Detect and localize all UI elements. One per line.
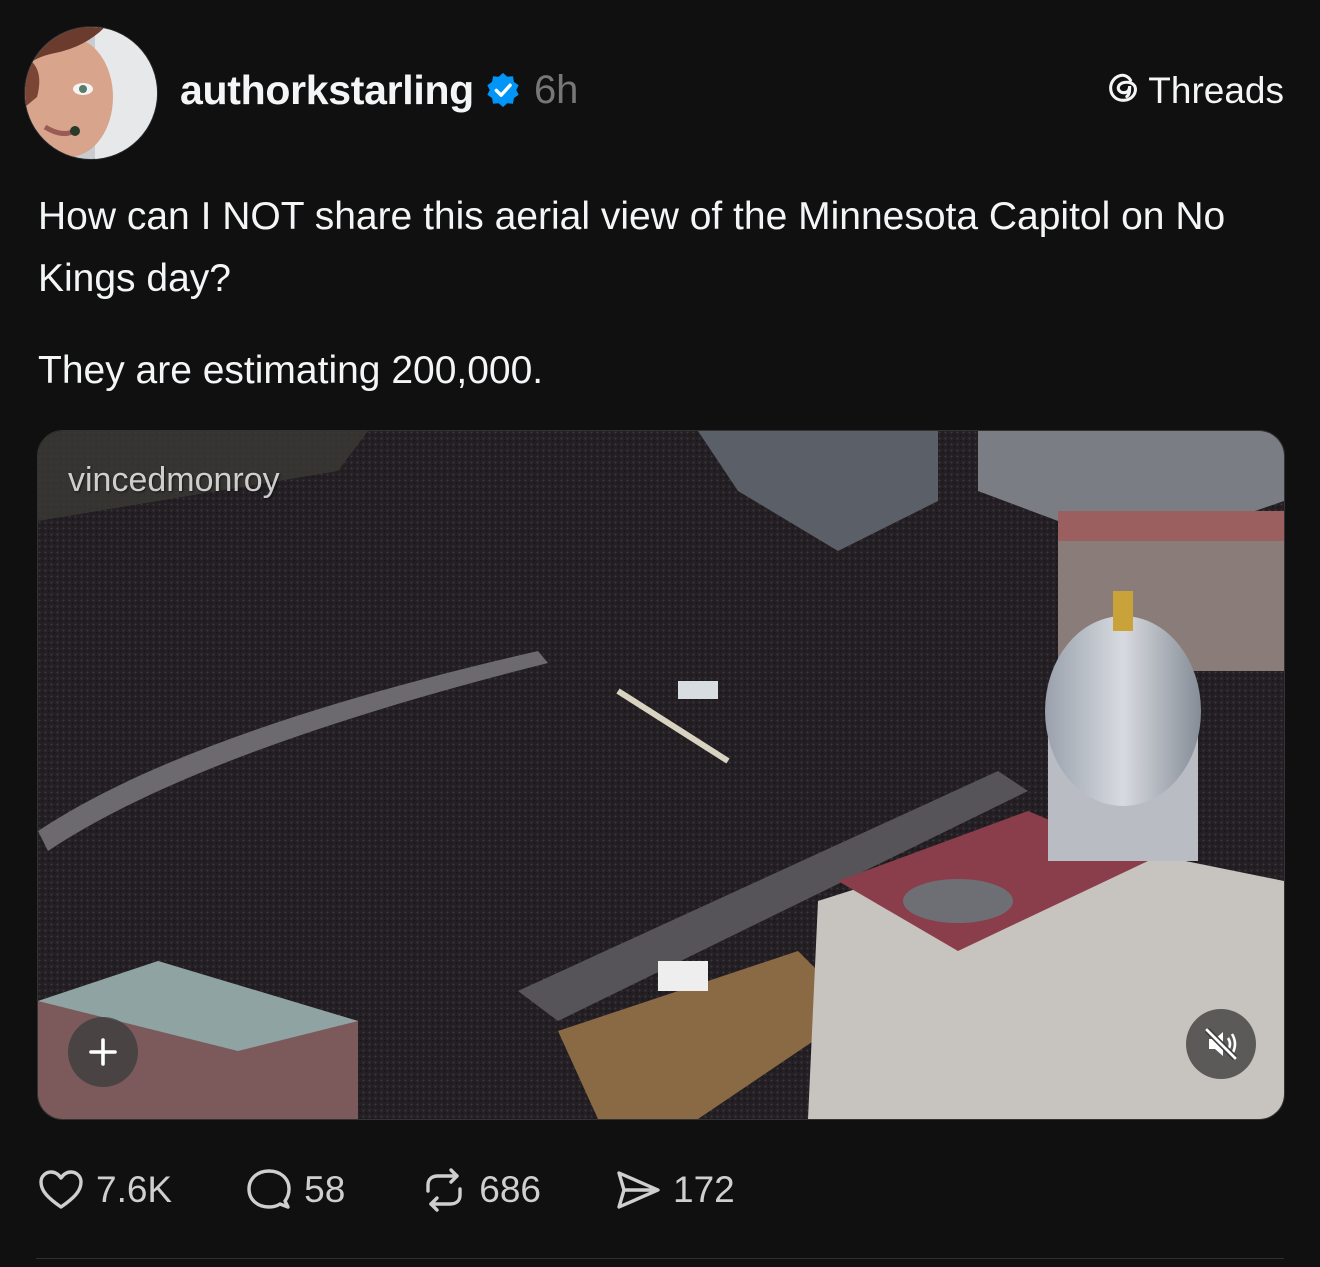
avatar-image [25,27,157,159]
share-count: 172 [673,1169,735,1210]
threads-label: Threads [1148,70,1284,111]
threads-link[interactable]: Threads [1104,68,1284,114]
video-watermark: vincedmonroy [68,461,280,499]
mute-toggle-button[interactable] [1186,1009,1256,1079]
post-header: authorkstarling 6h [180,64,578,116]
repost-count: 686 [479,1169,542,1210]
repost-icon [426,1168,462,1212]
avatar[interactable] [24,26,158,160]
like-count: 7.6K [96,1169,173,1210]
aerial-crowd-image [38,431,1284,1119]
threads-logo-icon [1104,68,1142,115]
action-bar: 7.6K 58 686 172 [36,1162,735,1218]
send-icon [617,1171,660,1209]
heart-icon [39,1170,83,1209]
username-link[interactable]: authorkstarling [180,67,474,114]
share-button[interactable]: 172 [613,1165,735,1215]
post-video[interactable]: vincedmonroy [37,430,1285,1120]
plus-icon [89,1038,117,1066]
post-timestamp[interactable]: 6h [534,68,579,113]
speaker-muted-icon [1204,1027,1238,1061]
reply-button[interactable]: 58 [244,1165,345,1215]
like-button[interactable]: 7.6K [36,1165,172,1215]
verified-badge-icon [484,71,522,109]
post-paragraph: How can I NOT share this aerial view of … [38,195,1226,300]
reply-count: 58 [304,1169,346,1210]
comment-bubble-icon [247,1169,291,1209]
post-paragraph: They are estimating 200,000. [38,349,544,392]
divider [36,1258,1284,1259]
repost-button[interactable]: 686 [419,1165,541,1215]
add-button[interactable] [68,1017,138,1087]
post-body: How can I NOT share this aerial view of … [38,186,1278,402]
